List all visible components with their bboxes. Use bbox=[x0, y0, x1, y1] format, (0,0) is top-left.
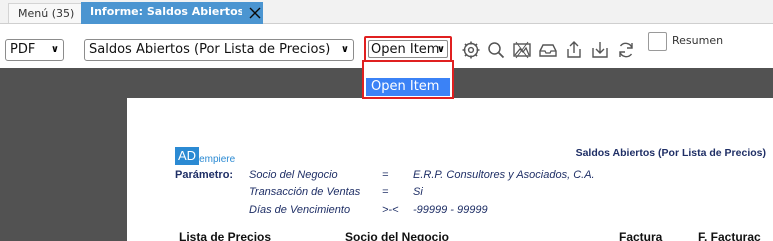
print-format-select-box[interactable]: Open Item ∨ bbox=[368, 40, 448, 58]
format-select[interactable]: PDF ∨ bbox=[5, 39, 64, 61]
report-page: AD empiere Saldos Abiertos (Por Lista de … bbox=[127, 98, 773, 241]
parameter-label: Parámetro: bbox=[175, 169, 234, 181]
column-header: Socio del Negocio bbox=[345, 230, 450, 241]
print-format-value: Open Item bbox=[371, 42, 440, 57]
print-format-dropdown: Open Item bbox=[362, 60, 454, 99]
image-icon[interactable] bbox=[512, 40, 532, 60]
summary-checkbox[interactable] bbox=[648, 32, 667, 51]
logo-text: empiere bbox=[199, 154, 236, 165]
summary-label: Resumen bbox=[672, 34, 724, 47]
tab-menu[interactable]: Menú (35) bbox=[8, 3, 85, 23]
dropdown-option[interactable]: Open Item bbox=[366, 78, 450, 96]
refresh-icon[interactable] bbox=[616, 40, 636, 60]
parameter-value: E.R.P. Consultores y Asociados, C.A. bbox=[413, 169, 595, 181]
column-header: F. Facturac bbox=[698, 230, 761, 241]
parameter-value: -99999 - 99999 bbox=[413, 204, 488, 216]
download-icon[interactable] bbox=[590, 40, 610, 60]
print-format-select[interactable]: Open Item ∨ bbox=[364, 36, 452, 62]
chevron-down-icon: ∨ bbox=[436, 44, 445, 55]
report-view-select[interactable]: Saldos Abiertos (Por Lista de Precios) ∨ bbox=[84, 39, 354, 61]
parameter-name: Días de Vencimiento bbox=[249, 204, 351, 216]
adempiere-logo: AD empiere bbox=[175, 145, 236, 165]
parameter-value: Si bbox=[413, 186, 423, 198]
search-icon[interactable] bbox=[486, 40, 506, 60]
tab-bar: Menú (35) Informe: Saldos Abiertos (P... bbox=[0, 0, 773, 24]
parameter-name: Socio del Negocio bbox=[249, 169, 338, 181]
parameter-operator: = bbox=[382, 186, 389, 198]
close-icon[interactable] bbox=[247, 5, 263, 21]
export-icon[interactable] bbox=[564, 40, 584, 60]
column-header: Lista de Precios bbox=[179, 230, 272, 241]
chevron-down-icon: ∨ bbox=[340, 44, 349, 55]
gear-icon[interactable] bbox=[461, 40, 481, 60]
report-view-value: Saldos Abiertos (Por Lista de Precios) bbox=[89, 42, 331, 57]
tab-report-active[interactable]: Informe: Saldos Abiertos (P... bbox=[81, 2, 263, 24]
parameter-operator: >-< bbox=[382, 204, 399, 216]
chevron-down-icon: ∨ bbox=[50, 44, 59, 55]
parameter-operator: = bbox=[382, 169, 389, 181]
parameter-name: Transacción de Ventas bbox=[249, 186, 361, 198]
archive-icon[interactable] bbox=[538, 40, 558, 60]
report-title: Saldos Abiertos (Por Lista de Precios) bbox=[575, 147, 766, 159]
format-select-value: PDF bbox=[10, 42, 36, 57]
tab-report-title: Informe: Saldos Abiertos (P... bbox=[90, 5, 242, 18]
column-header: Factura bbox=[619, 230, 663, 241]
logo-mark: AD bbox=[175, 147, 200, 165]
